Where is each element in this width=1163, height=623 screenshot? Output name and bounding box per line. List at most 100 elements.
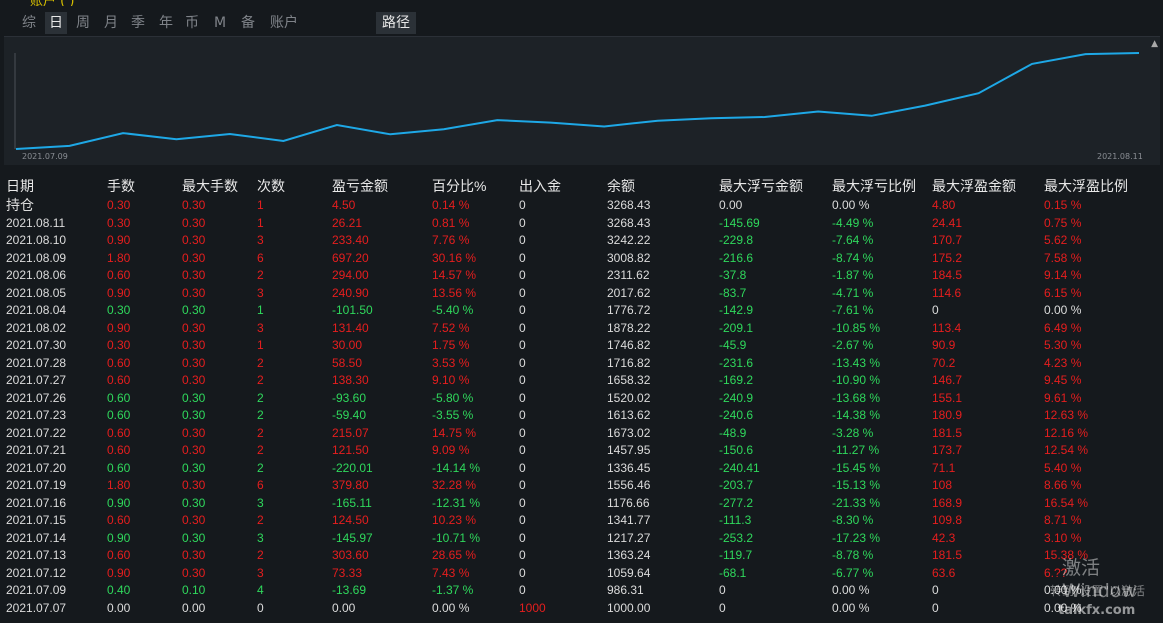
tab-8[interactable]: 备: [238, 12, 258, 34]
cell-count: 2: [257, 373, 264, 387]
column-header[interactable]: 最大浮盈金额: [932, 178, 1016, 196]
table-row[interactable]: 2021.07.27 0.60 0.30 2 138.30 9.10 % 0 1658.32 -…: [0, 372, 1163, 390]
cell-pnl: 697.20: [332, 250, 369, 265]
cell-flow: 0: [519, 303, 526, 317]
cell-date: 2021.07.20: [6, 460, 67, 475]
cell-balance: 2311.62: [607, 268, 650, 282]
table-row[interactable]: 2021.07.09 0.40 0.10 4 -13.69 -1.37 % 0 986.31 0…: [0, 582, 1163, 600]
table-row[interactable]: 2021.07.14 0.90 0.30 3 -145.97 -10.71 % 0 1217.…: [0, 530, 1163, 548]
cell-max-float-profit-pct: 5.40 %: [1044, 460, 1082, 475]
cell-max-float-loss: 0: [719, 583, 726, 597]
cell-max-float-loss-pct: -15.13 %: [832, 478, 881, 492]
cell-count: 2: [257, 460, 264, 475]
cell-flow: 0: [519, 565, 526, 580]
table-row[interactable]: 2021.07.19 1.80 0.30 6 379.80 32.28 % 0 1556.46…: [0, 477, 1163, 495]
table-row[interactable]: 2021.07.13 0.60 0.30 2 303.60 28.65 % 0 1363.24…: [0, 547, 1163, 565]
tab-6[interactable]: 币: [182, 12, 202, 34]
cell-count: 6: [257, 478, 264, 492]
cell-max-float-loss-pct: -8.78 %: [832, 548, 874, 562]
table-row[interactable]: 2021.07.15 0.60 0.30 2 124.50 10.23 % 0 1341.77…: [0, 512, 1163, 530]
cell-date: 2021.08.10: [6, 233, 67, 247]
cell-max-float-loss-pct: 0.00 %: [832, 198, 870, 212]
cell-pct: 30.16 %: [432, 250, 477, 265]
column-header[interactable]: 最大浮盈比例: [1044, 178, 1128, 196]
column-header[interactable]: 日期: [6, 178, 34, 196]
cell-max-float-profit: 24.41: [932, 215, 963, 230]
cell-max-float-loss-pct: -8.74 %: [832, 250, 874, 265]
title-bar-clipped: 账户 ( ): [0, 0, 420, 6]
table-row[interactable]: 2021.08.10 0.90 0.30 3 233.40 7.76 % 0 3242.22 -…: [0, 232, 1163, 250]
cell-balance: 3008.82: [607, 250, 651, 265]
cell-pnl: 215.07: [332, 425, 369, 440]
table-row[interactable]: 2021.07.12 0.90 0.30 3 73.33 7.43 % 0 1059.64 -6…: [0, 565, 1163, 583]
table-row[interactable]: 2021.08.04 0.30 0.30 1 -101.50 -5.40 % 0 1776.7…: [0, 302, 1163, 320]
column-header[interactable]: 盈亏金额: [332, 178, 388, 196]
chart-expand-icon[interactable]: ▲: [1151, 39, 1158, 49]
cell-flow: 0: [519, 530, 526, 545]
cell-pnl: 303.60: [332, 548, 369, 562]
cell-flow: 0: [519, 355, 526, 370]
site-logo-watermark: talkfx.com: [1058, 603, 1136, 618]
table-row[interactable]: 2021.07.22 0.60 0.30 2 215.07 14.75 % 0 1673.02…: [0, 425, 1163, 443]
table-row[interactable]: 2021.07.30 0.30 0.30 1 30.00 1.75 % 0 1746.82 -4…: [0, 337, 1163, 355]
cell-max-float-profit-pct: 0.00 %: [1044, 303, 1082, 317]
cell-count: 3: [257, 233, 264, 247]
cell-lots: 0.60: [107, 355, 131, 370]
table-row[interactable]: 2021.07.21 0.60 0.30 2 121.50 9.09 % 0 1457.95 -…: [0, 442, 1163, 460]
cell-max-float-loss: 0: [719, 600, 726, 615]
cell-max-float-profit-pct: 0.75 %: [1044, 215, 1082, 230]
tab-2[interactable]: 周: [73, 12, 93, 34]
table-row[interactable]: 2021.08.11 0.30 0.30 1 26.21 0.81 % 0 3268.43 -1…: [0, 215, 1163, 233]
column-header[interactable]: 最大浮亏金额: [719, 178, 803, 196]
cell-max-float-profit: 168.9: [932, 495, 963, 510]
cell-max-float-profit-pct: 9.14 %: [1044, 268, 1082, 282]
cell-date: 2021.07.16: [6, 495, 67, 510]
column-header[interactable]: 出入金: [519, 178, 561, 196]
cell-max-float-loss: -240.9: [719, 390, 754, 405]
cell-max-float-profit-pct: 6.49 %: [1044, 320, 1082, 335]
cell-max-float-profit: 0: [932, 303, 939, 317]
cell-max-lots: 0.30: [182, 285, 206, 300]
cell-pnl: 379.80: [332, 478, 369, 492]
cell-flow: 1000: [519, 600, 546, 615]
tab-1[interactable]: 日: [45, 12, 67, 34]
cell-pct: 7.52 %: [432, 320, 470, 335]
cell-max-float-profit: 114.6: [932, 285, 962, 300]
activation-hint: 转到"设置"以激活: [1050, 584, 1146, 598]
cell-balance: 1217.27: [607, 530, 651, 545]
tab-0[interactable]: 综: [20, 12, 38, 34]
column-header[interactable]: 手数: [107, 178, 135, 196]
tab-9[interactable]: 账户: [268, 12, 300, 34]
column-header[interactable]: 百分比%: [432, 178, 486, 196]
tab-route[interactable]: 路径: [376, 12, 416, 34]
cell-pnl: 0.00: [332, 600, 356, 615]
column-header[interactable]: 最大手数: [182, 178, 238, 196]
table-row[interactable]: 2021.08.09 1.80 0.30 6 697.20 30.16 % 0 3008.82…: [0, 250, 1163, 268]
table-row[interactable]: 2021.07.20 0.60 0.30 2 -220.01 -14.14 % 0 1336.…: [0, 460, 1163, 478]
cell-max-float-profit-pct: 4.23 %: [1044, 355, 1082, 370]
tab-4[interactable]: 季: [128, 12, 148, 34]
column-header[interactable]: 最大浮亏比例: [832, 178, 916, 196]
table-row[interactable]: 2021.08.05 0.90 0.30 3 240.90 13.56 % 0 2017.62…: [0, 285, 1163, 303]
cell-max-float-profit: 113.4: [932, 320, 962, 335]
table-row[interactable]: 2021.08.02 0.90 0.30 3 131.40 7.52 % 0 1878.22 -…: [0, 320, 1163, 338]
column-header[interactable]: 次数: [257, 178, 285, 196]
cell-max-float-loss: -231.6: [719, 355, 754, 370]
table-row[interactable]: 2021.07.26 0.60 0.30 2 -93.60 -5.80 % 0 1520.02…: [0, 390, 1163, 408]
cell-count: 3: [257, 320, 264, 335]
cell-pnl: 4.50: [332, 198, 356, 212]
column-header[interactable]: 余额: [607, 178, 635, 196]
table-row[interactable]: 2021.07.07 0.00 0.00 0 0.00 0.00 % 1000 1000.00…: [0, 600, 1163, 618]
table-row[interactable]: 2021.08.06 0.60 0.30 2 294.00 14.57 % 0 2311.62…: [0, 267, 1163, 285]
table-row[interactable]: 2021.07.16 0.90 0.30 3 -165.11 -12.31 % 0 1176.…: [0, 495, 1163, 513]
cell-flow: 0: [519, 513, 526, 527]
table-row[interactable]: 2021.07.28 0.60 0.30 2 58.50 3.53 % 0 1716.82 -2…: [0, 355, 1163, 373]
tab-3[interactable]: 月: [101, 12, 121, 34]
tab-7[interactable]: M: [212, 12, 228, 34]
cell-date: 2021.07.19: [6, 478, 67, 492]
table-row[interactable]: 持仓 0.30 0.30 1 4.50 0.14 % 0 3268.43 0.00 0.00 % 4…: [0, 197, 1163, 215]
table-row[interactable]: 2021.07.23 0.60 0.30 2 -59.40 -3.55 % 0 1613.62…: [0, 407, 1163, 425]
cell-pnl: 138.30: [332, 373, 369, 387]
cell-lots: 0.90: [107, 495, 131, 510]
tab-5[interactable]: 年: [156, 12, 176, 34]
